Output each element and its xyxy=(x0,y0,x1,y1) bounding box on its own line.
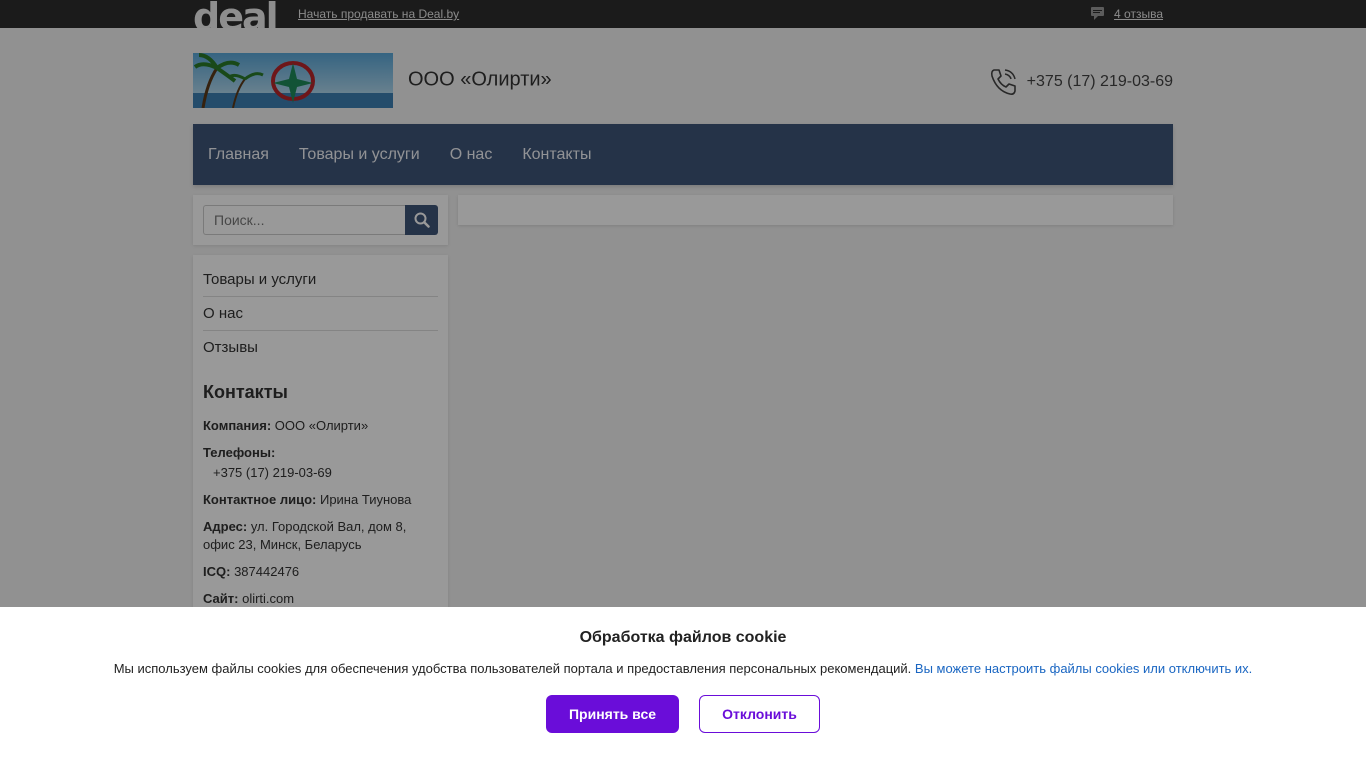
cookie-settings-link[interactable]: Вы можете настроить файлы cookies или от… xyxy=(915,661,1252,676)
cookie-title: Обработка файлов cookie xyxy=(579,629,787,646)
cookie-text: Мы используем файлы cookies для обеспече… xyxy=(0,661,1366,676)
accept-all-button[interactable]: Принять все xyxy=(546,695,679,733)
cookie-banner: Обработка файлов cookie Мы используем фа… xyxy=(0,607,1366,768)
cookie-description: Мы используем файлы cookies для обеспече… xyxy=(113,661,912,676)
cookie-buttons: Принять все Отклонить xyxy=(0,695,1366,733)
decline-button[interactable]: Отклонить xyxy=(699,695,820,733)
